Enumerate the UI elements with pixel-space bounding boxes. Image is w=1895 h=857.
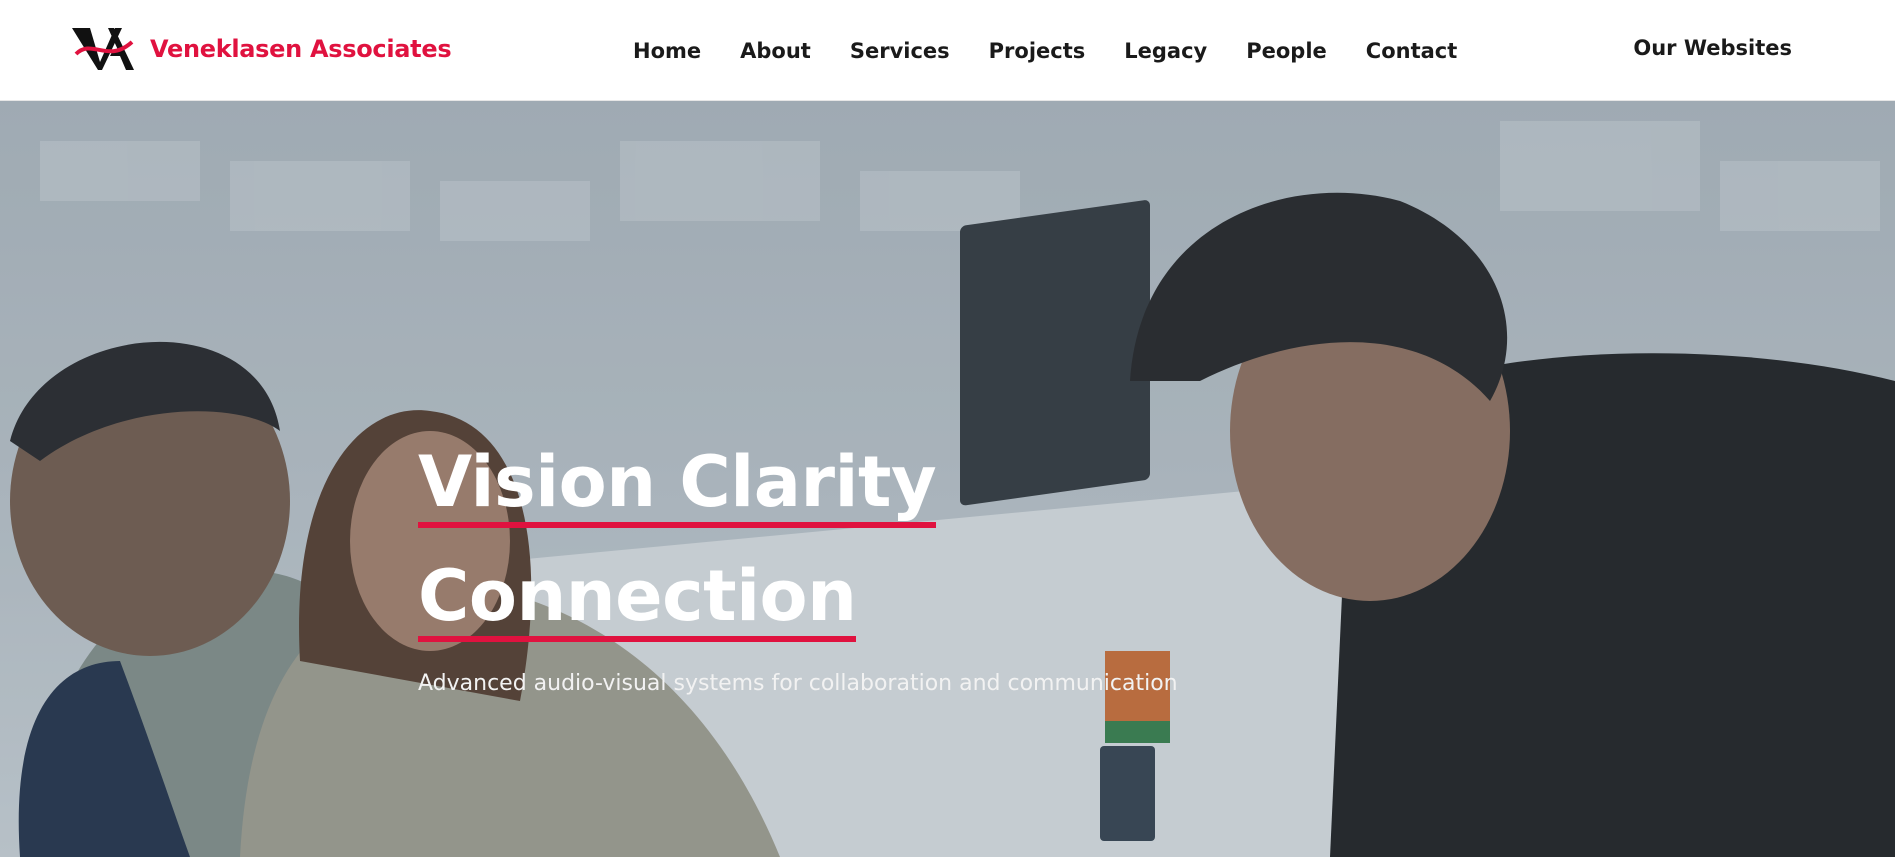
hero-subtitle: Advanced audio-visual systems for collab… <box>418 671 1178 696</box>
nav-legacy[interactable]: Legacy <box>1124 39 1207 63</box>
hero-title-line-1: Vision Clarity <box>418 442 937 528</box>
nav-home[interactable]: Home <box>633 39 701 63</box>
va-logo-icon <box>72 28 134 70</box>
our-websites-link[interactable]: Our Websites <box>1633 36 1792 60</box>
hero-title: Vision Clarity Connection <box>418 431 1178 659</box>
site-header: Veneklasen Associates Home About Service… <box>0 0 1895 101</box>
nav-about[interactable]: About <box>740 39 811 63</box>
logo-text: Veneklasen Associates <box>150 35 452 63</box>
nav-services[interactable]: Services <box>850 39 950 63</box>
nav-contact[interactable]: Contact <box>1366 39 1458 63</box>
nav-people[interactable]: People <box>1246 39 1327 63</box>
hero-section: Vision Clarity Connection Advanced audio… <box>0 101 1895 857</box>
main-nav: Home About Services Projects Legacy Peop… <box>633 0 1457 101</box>
hero-content: Vision Clarity Connection Advanced audio… <box>418 431 1178 696</box>
nav-projects[interactable]: Projects <box>989 39 1086 63</box>
hero-title-line-2: Connection <box>418 556 857 642</box>
site-logo[interactable]: Veneklasen Associates <box>70 24 452 74</box>
